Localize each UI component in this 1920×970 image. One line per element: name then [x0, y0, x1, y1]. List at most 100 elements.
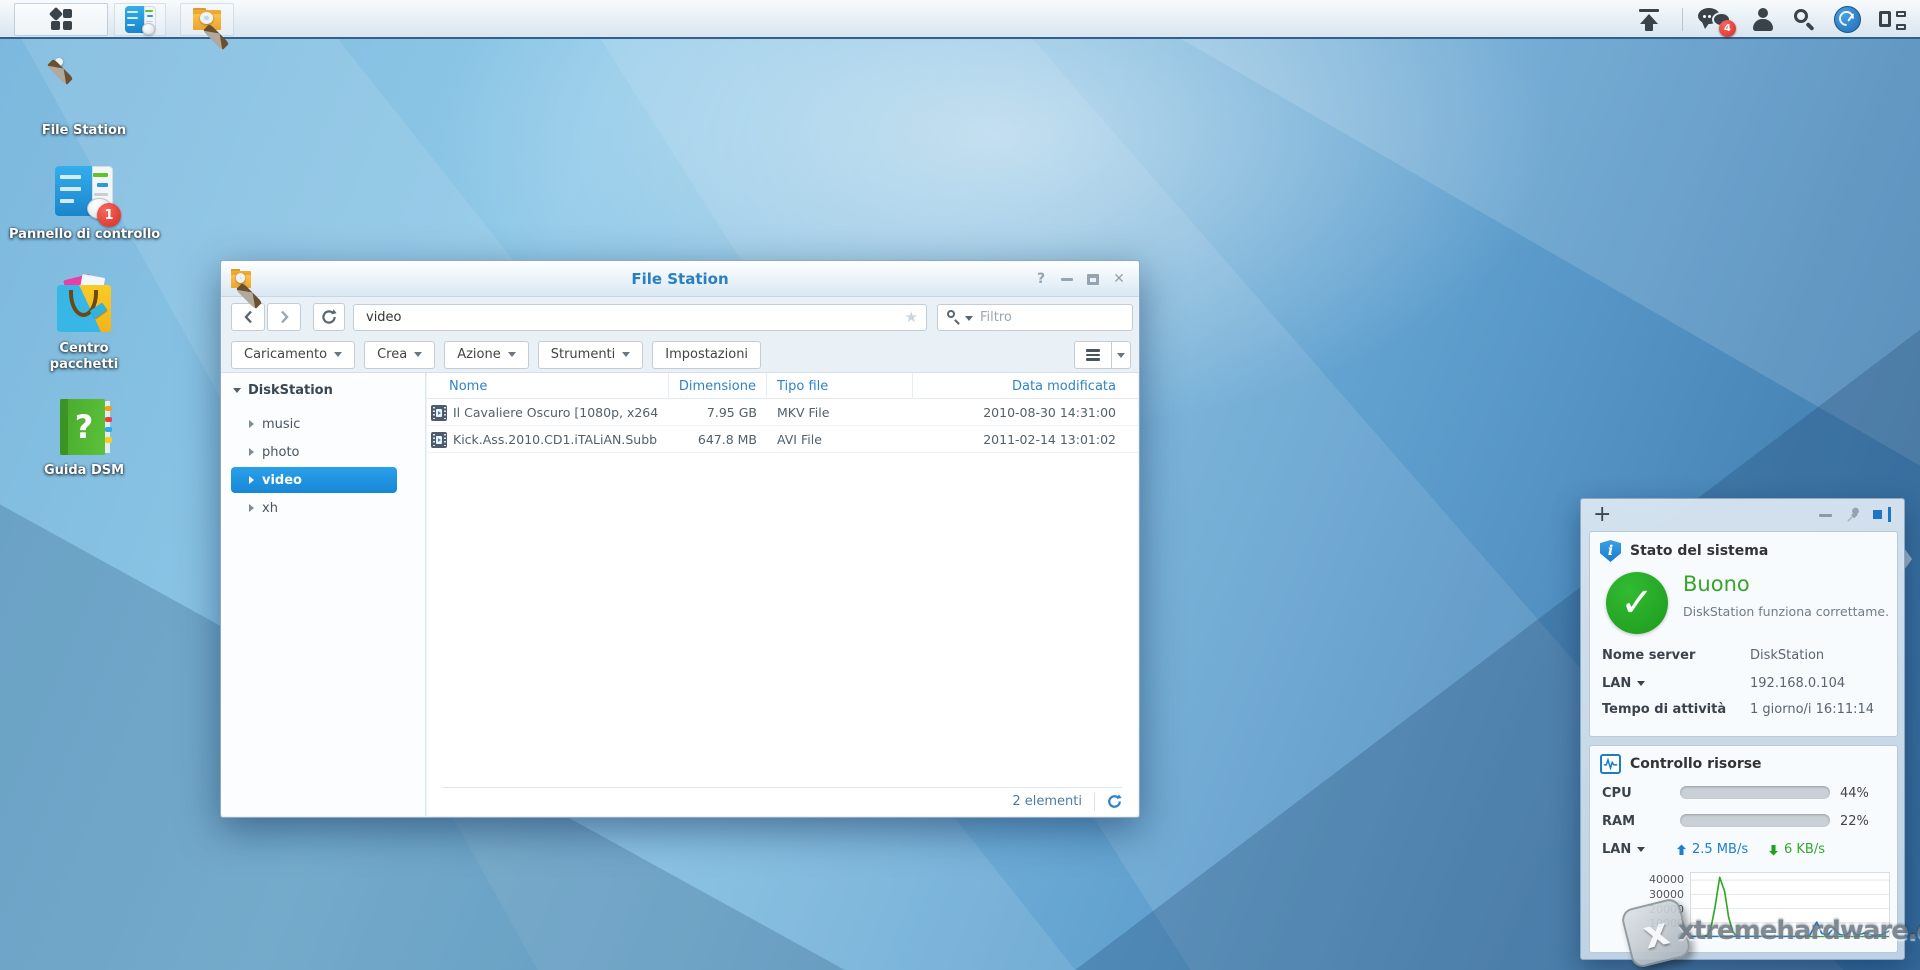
upload-tasks-button[interactable] [1632, 0, 1666, 39]
tree-expand-icon [249, 504, 254, 512]
tree-expand-icon [249, 420, 254, 428]
chevron-down-icon [1117, 353, 1125, 358]
ram-percent: 22% [1840, 814, 1869, 829]
main-menu-button[interactable] [14, 3, 108, 36]
back-button[interactable] [231, 303, 265, 331]
upload-menu-button[interactable]: Caricamento [231, 341, 355, 369]
dsm-guide-book-icon: ? [55, 398, 113, 456]
taskbar-app-control-panel[interactable] [114, 3, 166, 36]
desktop-icon-label: Guida DSM [44, 463, 124, 479]
refresh-icon [1107, 794, 1122, 809]
desktop-icon-label: Pannello di controllo [9, 227, 159, 243]
lan-traffic-dropdown[interactable]: LAN [1602, 842, 1645, 857]
forward-button[interactable] [267, 303, 301, 331]
filter-searchbox[interactable] [937, 304, 1133, 331]
file-modified: 2011-02-14 13:01:02 [936, 426, 1116, 453]
ram-label: RAM [1602, 814, 1635, 829]
desktop-icon-file-station[interactable]: File Station [14, 58, 154, 139]
control-panel-badge: 1 [97, 203, 121, 227]
table-row[interactable]: Kick.Ass.2010.CD1.iTALiAN.Subb 647.8 MB … [427, 426, 1138, 453]
search-options-caret-icon[interactable] [965, 316, 973, 321]
notifications-button[interactable]: 4 [1694, 0, 1736, 39]
file-list-pane: Nome Dimensione Tipo file Data modificat… [427, 373, 1138, 816]
tree-item-video[interactable]: video [231, 467, 397, 493]
settings-button[interactable]: Impostazioni [652, 341, 761, 369]
list-view-button[interactable] [1074, 341, 1112, 369]
refresh-button[interactable] [313, 303, 345, 331]
show-widgets-button[interactable] [1874, 0, 1910, 39]
widget-panel-header: + [1581, 499, 1904, 531]
tools-menu-button[interactable]: Strumenti [538, 341, 644, 369]
desktop-icon-control-panel[interactable]: 1 Pannello di controllo [14, 162, 154, 243]
file-station-folder-icon [192, 7, 223, 33]
taskbar-app-file-station[interactable] [180, 3, 234, 36]
minimize-button[interactable] [1057, 270, 1077, 288]
table-row[interactable]: Il Cavaliere Oscuro [1080p, x264 7.95 GB… [427, 399, 1138, 426]
window-titlebar[interactable]: File Station ? ✕ [221, 261, 1139, 297]
chevron-down-icon [508, 352, 516, 357]
status-ok-check-icon: ✓ [1606, 572, 1668, 634]
refresh-list-button[interactable] [1107, 794, 1122, 809]
desktop-icon-dsm-guide[interactable]: ? Guida DSM [14, 398, 154, 479]
dock-panel-button[interactable] [1873, 507, 1891, 522]
column-header-name[interactable]: Nome [427, 373, 669, 399]
chevron-left-icon [246, 312, 251, 323]
tree-collapse-icon [233, 388, 241, 393]
up-arrow-icon [1676, 844, 1687, 856]
info-row-server-name: Nome server DiskStation [1602, 644, 1885, 666]
widget-panel: + i Stato del sistema ✓ Buono DiskStatio… [1580, 498, 1905, 960]
upload-speed: 2.5 MB/s [1676, 842, 1748, 857]
maximize-button[interactable] [1083, 270, 1103, 288]
tree-item-xh[interactable]: xh [231, 495, 397, 521]
system-state-description: DiskStation funziona correttame... [1683, 604, 1888, 619]
cpu-percent: 44% [1840, 786, 1869, 801]
system-status-widget: i Stato del sistema ✓ Buono DiskStation … [1589, 531, 1898, 737]
app-grid-icon [51, 9, 72, 30]
status-separator [1094, 793, 1095, 811]
file-size: 7.95 GB [669, 399, 757, 426]
desktop-icon-label: Centro pacchetti [39, 341, 129, 373]
system-health-button[interactable] [1830, 0, 1864, 39]
close-button[interactable]: ✕ [1109, 270, 1129, 288]
info-row-uptime: Tempo di attività 1 giorno/i 16:11:14 [1602, 698, 1885, 720]
filter-input[interactable] [978, 305, 1126, 330]
file-station-window: File Station ? ✕ ★ [220, 260, 1140, 818]
magnifier-icon [947, 310, 962, 325]
user-icon [1751, 7, 1775, 33]
chart-y-axis-labels: 400003000020000100000 [1626, 872, 1684, 938]
column-header-modified[interactable]: Data modificata [913, 373, 1138, 399]
action-menu-button[interactable]: Azione [444, 341, 529, 369]
tree-item-music[interactable]: music [231, 411, 397, 437]
dock-icon [1873, 510, 1882, 519]
system-state: Buono [1683, 572, 1750, 596]
help-button[interactable]: ? [1031, 270, 1051, 288]
column-header-size[interactable]: Dimensione [669, 373, 767, 399]
global-search-button[interactable] [1788, 0, 1822, 39]
dsm-desktop: 4 File Station 1 Pannello di contro [0, 0, 1920, 970]
resource-monitor-widget: Controllo risorse CPU 44% RAM 22% LAN 2.… [1589, 745, 1898, 953]
address-input[interactable] [364, 305, 884, 330]
gauge-icon [1834, 6, 1861, 33]
video-file-icon [431, 405, 447, 421]
bookmark-star-icon[interactable]: ★ [905, 308, 918, 326]
tree-item-photo[interactable]: photo [231, 439, 397, 465]
pin-panel-button[interactable] [1845, 506, 1862, 527]
address-bar[interactable]: ★ [353, 304, 927, 331]
search-icon [1792, 7, 1818, 33]
file-type: AVI File [777, 426, 913, 453]
desktop-icon-package-center[interactable]: Centro pacchetti [14, 276, 154, 373]
list-view-icon [1086, 349, 1100, 361]
user-menu-button[interactable] [1746, 0, 1780, 39]
file-size: 647.8 MB [669, 426, 757, 453]
minimize-panel-button[interactable] [1819, 514, 1832, 517]
chevron-right-icon [282, 312, 287, 323]
view-options-caret-button[interactable] [1112, 341, 1131, 369]
folder-tree-sidebar: DiskStation music photo video xh [221, 373, 426, 816]
download-speed: 6 KB/s [1768, 842, 1825, 857]
create-menu-button[interactable]: Crea [364, 341, 435, 369]
lan-dropdown[interactable]: LAN [1602, 676, 1645, 691]
column-header-type[interactable]: Tipo file [767, 373, 913, 399]
tree-root-diskstation[interactable]: DiskStation [233, 383, 333, 398]
add-widget-button[interactable]: + [1593, 501, 1611, 529]
control-panel-icon [125, 6, 156, 33]
